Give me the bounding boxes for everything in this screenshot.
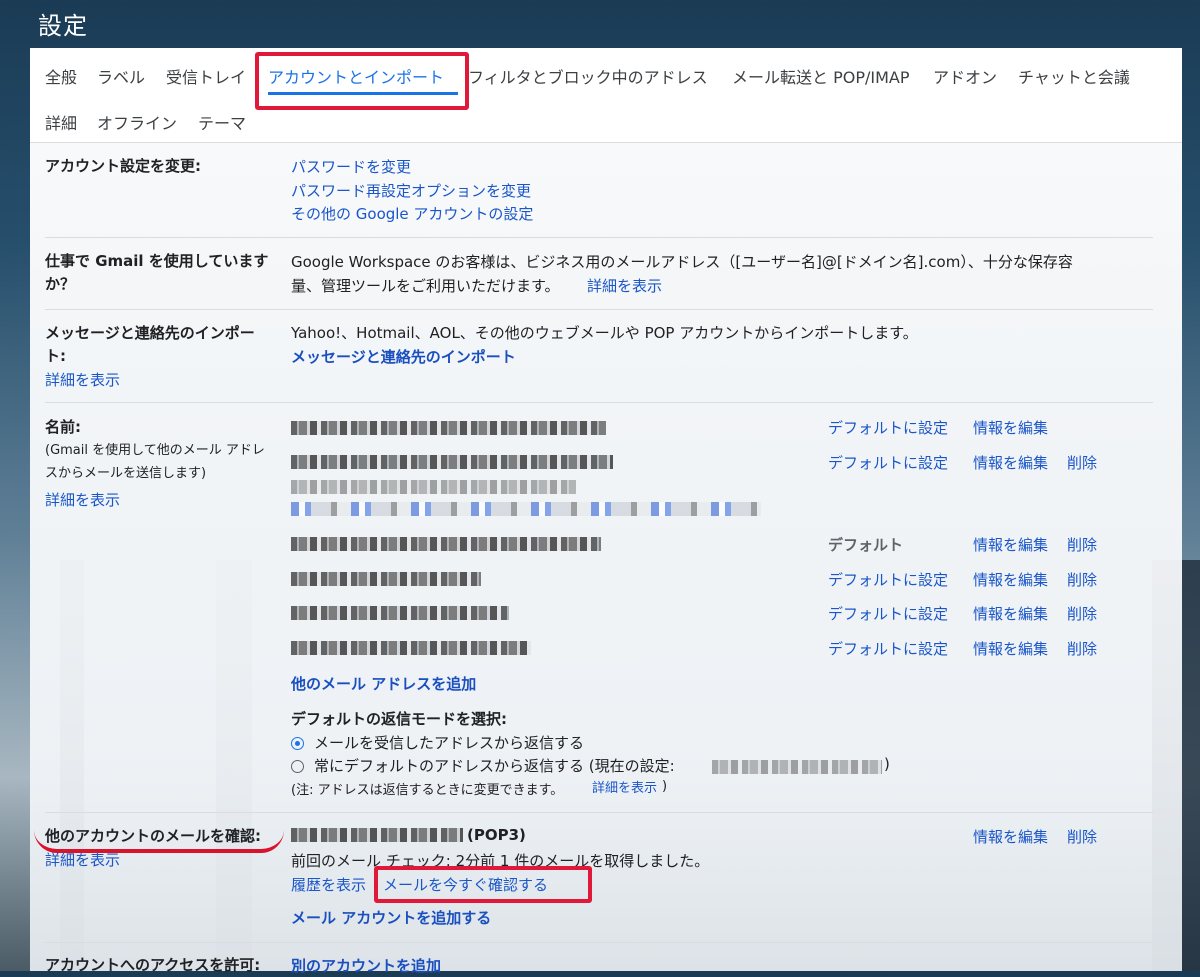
highlight-box-check-now — [374, 866, 592, 903]
edit-info-link[interactable]: 情報を編集 — [973, 603, 1048, 624]
add-another-account-link[interactable]: 別のアカウントを追加 — [291, 955, 441, 976]
tab-inbox[interactable]: 受信トレイ — [166, 64, 246, 88]
edit-info-link[interactable]: 情報を編集 — [973, 452, 1048, 473]
delete-link[interactable]: 削除 — [1067, 534, 1097, 555]
add-mail-account-link[interactable]: メール アカウントを追加する — [291, 907, 491, 928]
set-default-link[interactable]: デフォルトに設定 — [828, 638, 948, 659]
import-text: Yahoo!、Hotmail、AOL、その他のウェブメールや POP アカウント… — [291, 324, 918, 342]
grant-access-label: アカウントへのアクセスを許可: — [45, 956, 261, 974]
section-divider — [45, 309, 1153, 310]
password-recovery-link[interactable]: パスワード再設定オプションを変更 — [291, 180, 531, 201]
set-default-link[interactable]: デフォルトに設定 — [828, 452, 948, 473]
reply-mode-title: デフォルトの返信モードを選択: — [291, 710, 508, 728]
section-divider — [45, 402, 1153, 403]
tabs-divider — [30, 142, 1182, 143]
tab-themes[interactable]: テーマ — [198, 110, 246, 134]
sender-address-redacted — [291, 606, 509, 620]
other-google-settings-link[interactable]: その他の Google アカウントの設定 — [291, 203, 533, 224]
sender-address-redacted — [291, 572, 481, 586]
set-default-link[interactable]: デフォルトに設定 — [828, 417, 948, 438]
change-password-link[interactable]: パスワードを変更 — [291, 156, 411, 177]
add-email-address-link[interactable]: 他のメール アドレスを追加 — [291, 673, 476, 694]
default-label: デフォルト — [828, 536, 904, 554]
workspace-details-link[interactable]: 詳細を表示 — [587, 275, 662, 296]
tab-advanced[interactable]: 詳細 — [45, 110, 77, 134]
highlight-box-tab — [255, 52, 469, 110]
edit-info-link[interactable]: 情報を編集 — [973, 826, 1048, 847]
import-details-link[interactable]: 詳細を表示 — [45, 369, 120, 390]
sender-address-redacted — [291, 502, 761, 516]
tab-general[interactable]: 全般 — [45, 64, 77, 88]
edit-info-link[interactable]: 情報を編集 — [973, 534, 1048, 555]
tab-forwarding-pop-imap[interactable]: メール転送と POP/IMAP — [732, 64, 910, 88]
delete-link[interactable]: 削除 — [1067, 603, 1097, 624]
reply-note-details-link[interactable]: 詳細を表示 — [592, 777, 657, 796]
reply-option2-close: ) — [884, 755, 890, 773]
sender-address-redacted — [291, 641, 531, 655]
sender-address-redacted — [291, 455, 613, 469]
reply-option2-label: 常にデフォルトのアドレスから返信する (現在の設定: — [314, 757, 675, 775]
account-settings-label: アカウント設定を変更: — [45, 157, 201, 175]
workspace-text-line2: 量、管理ツールをご利用いただけます。 — [291, 277, 560, 295]
reply-from-default-radio[interactable] — [291, 760, 304, 773]
workspace-label: 仕事で Gmail を使用していますか？ — [45, 252, 269, 293]
edit-info-link[interactable]: 情報を編集 — [973, 569, 1048, 590]
set-default-link[interactable]: デフォルトに設定 — [828, 603, 948, 624]
name-details-link[interactable]: 詳細を表示 — [45, 489, 120, 510]
view-history-link[interactable]: 履歴を表示 — [291, 874, 366, 895]
current-setting-redacted — [712, 760, 882, 774]
import-label-line2: ト: — [45, 347, 66, 365]
name-label: 名前: — [45, 418, 81, 436]
tab-offline[interactable]: オフライン — [97, 110, 177, 134]
pop-account-redacted — [291, 828, 463, 842]
reply-option1-label: メールを受信したアドレスから返信する — [314, 734, 585, 752]
name-sub-line2: スからメールを送信します) — [45, 466, 207, 481]
name-sub-line1: (Gmail を使用して他のメール アドレ — [45, 443, 265, 458]
sender-address-redacted — [291, 480, 576, 494]
tab-filters[interactable]: フィルタとブロック中のアドレス — [468, 64, 708, 88]
section-divider — [45, 942, 1153, 943]
sender-address-redacted — [291, 537, 601, 551]
check-mail-details-link[interactable]: 詳細を表示 — [45, 849, 120, 870]
delete-link[interactable]: 削除 — [1067, 826, 1097, 847]
tab-labels[interactable]: ラベル — [97, 64, 145, 88]
workspace-text-line1: Google Workspace のお客様は、ビジネス用のメールアドレス（[ユー… — [291, 253, 1073, 271]
tab-addons[interactable]: アドオン — [933, 64, 997, 88]
pop3-label: (POP3) — [467, 826, 526, 844]
reply-note: (注: アドレスは返信するときに変更できます。 — [291, 783, 564, 798]
set-default-link[interactable]: デフォルトに設定 — [828, 569, 948, 590]
section-divider — [45, 237, 1153, 238]
delete-link[interactable]: 削除 — [1067, 638, 1097, 659]
delete-link[interactable]: 削除 — [1067, 569, 1097, 590]
tab-chat-meet[interactable]: チャットと会議 — [1018, 64, 1130, 88]
import-label-line1: メッセージと連絡先のインポー — [45, 324, 255, 342]
sender-address-redacted — [291, 421, 606, 435]
import-messages-link[interactable]: メッセージと連絡先のインポート — [291, 346, 516, 367]
edit-info-link[interactable]: 情報を編集 — [973, 638, 1048, 659]
edit-info-link[interactable]: 情報を編集 — [973, 417, 1048, 438]
reply-from-received-radio[interactable] — [291, 737, 304, 750]
page-title: 設定 — [38, 12, 88, 40]
section-divider — [45, 812, 1153, 813]
reply-note-close: ) — [662, 779, 668, 794]
delete-link[interactable]: 削除 — [1067, 452, 1097, 473]
